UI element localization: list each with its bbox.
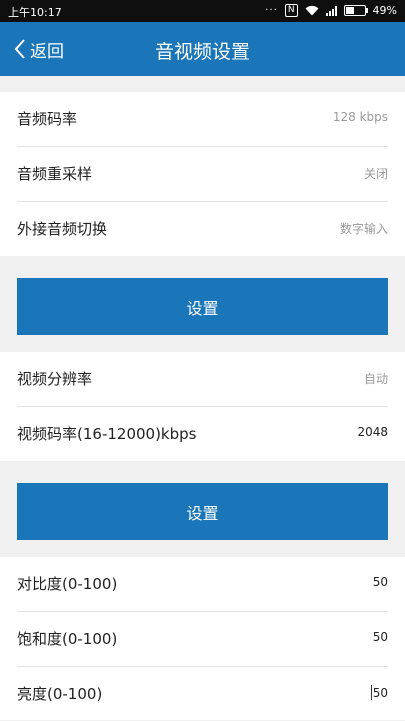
brightness-row: 亮度(0-100) 50	[17, 667, 388, 721]
audio-bitrate-row[interactable]: 音频码率 128 kbps	[17, 92, 388, 147]
contrast-row: 对比度(0-100) 50	[17, 557, 388, 612]
battery-icon	[343, 5, 368, 16]
status-bar: 上午10:17 ··· N 49%	[0, 0, 405, 22]
brightness-input[interactable]: 50	[370, 685, 388, 700]
video-resolution-label: 视频分辨率	[17, 370, 93, 388]
nfc-icon: N	[284, 4, 298, 17]
saturation-input[interactable]: 50	[373, 630, 388, 644]
external-audio-value: 数字输入	[339, 222, 388, 236]
status-icons: ··· N 49%	[265, 4, 397, 17]
page-title: 音视频设置	[154, 41, 250, 63]
nav-bar: 返回 音视频设置	[0, 22, 405, 76]
video-set-button[interactable]: 设置	[17, 483, 388, 540]
notification-dots-icon: ···	[265, 5, 278, 16]
audio-bitrate-label: 音频码率	[17, 110, 78, 128]
text-cursor	[370, 685, 372, 700]
video-bitrate-input[interactable]: 2048	[357, 425, 388, 439]
external-audio-row[interactable]: 外接音频切换 数字输入	[17, 202, 388, 256]
video-resolution-value: 自动	[363, 372, 388, 386]
battery-percent: 49%	[372, 4, 397, 17]
video-resolution-row[interactable]: 视频分辨率 自动	[17, 352, 388, 407]
battery-level	[345, 7, 355, 14]
audio-resample-value: 关闭	[363, 167, 388, 181]
saturation-label: 饱和度(0-100)	[17, 630, 118, 648]
brightness-value: 50	[372, 686, 388, 700]
contrast-label: 对比度(0-100)	[17, 575, 118, 593]
brightness-label: 亮度(0-100)	[17, 685, 103, 703]
audio-settings-group: 音频码率 128 kbps 音频重采样 关闭 外接音频切换 数字输入	[0, 92, 405, 256]
audio-set-button[interactable]: 设置	[17, 278, 388, 335]
saturation-row: 饱和度(0-100) 50	[17, 612, 388, 667]
audio-resample-row[interactable]: 音频重采样 关闭	[17, 147, 388, 202]
video-settings-group: 视频分辨率 自动 视频码率(16-12000)kbps 2048	[0, 352, 405, 461]
audio-resample-label: 音频重采样	[17, 165, 93, 183]
status-time: 上午10:17	[8, 6, 62, 19]
video-bitrate-row[interactable]: 视频码率(16-12000)kbps 2048	[17, 407, 388, 461]
wifi-icon	[305, 5, 319, 16]
image-settings-group: 对比度(0-100) 50 饱和度(0-100) 50 亮度(0-100) 50	[0, 557, 405, 720]
video-bitrate-label: 视频码率(16-12000)kbps	[17, 425, 197, 443]
contrast-input[interactable]: 50	[373, 575, 388, 589]
signal-icon	[325, 5, 337, 16]
external-audio-label: 外接音频切换	[17, 220, 108, 238]
audio-bitrate-value: 128 kbps	[332, 110, 388, 124]
